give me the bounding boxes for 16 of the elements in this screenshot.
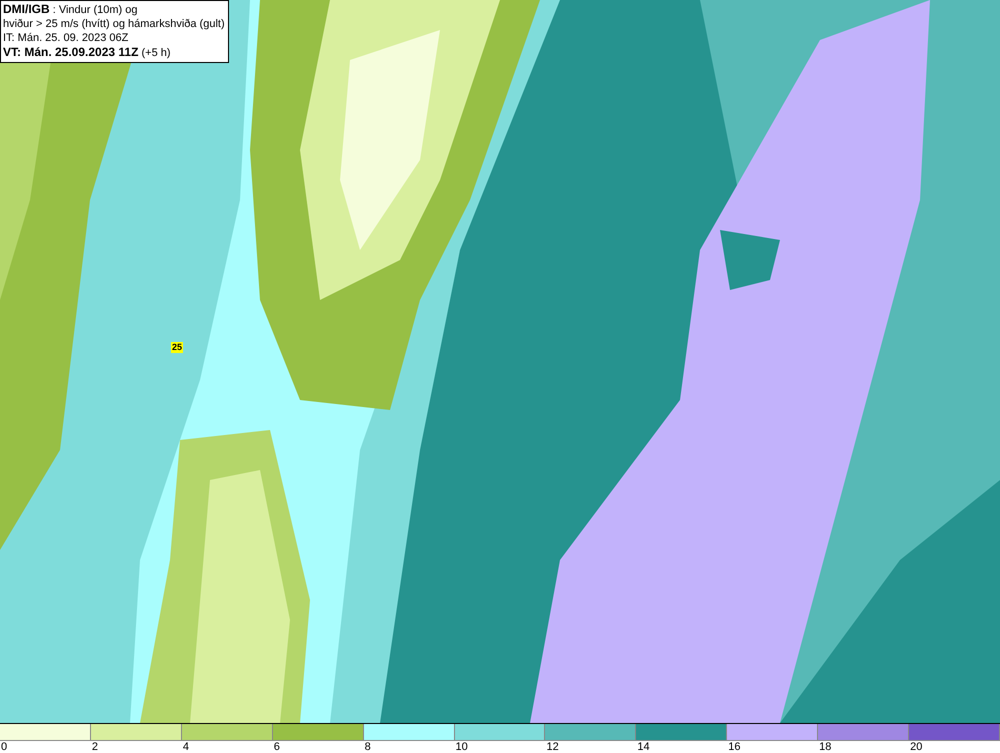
legend-tick-label: 20	[910, 741, 922, 753]
legend-tick-label: 4	[182, 741, 189, 753]
legend-tick-label: 12	[546, 741, 559, 753]
legend-tick-label: 18	[819, 741, 832, 753]
legend-tick-label: 0	[1, 741, 8, 753]
legend-tick-label: 14	[637, 741, 650, 753]
gust-label: 25	[171, 342, 184, 353]
info-line: VT: Mán. 25.09.2023 11Z (+5 h)	[3, 45, 172, 60]
legend-tick-label: 6	[274, 741, 280, 753]
legend-tick-label: 16	[728, 741, 741, 753]
info-line: IT: Mán. 25. 09. 2023 06Z	[3, 31, 130, 45]
legend-tick-label: 2	[92, 741, 98, 753]
info-line: hviður > 25 m/s (hvítt) og hámarkshviða (gult)	[3, 17, 225, 31]
legend-tick-label: 10	[456, 741, 468, 753]
legend-tick-label: 8	[364, 741, 371, 753]
info-line: DMI/IGB : Vindur (10m) og	[3, 2, 139, 17]
